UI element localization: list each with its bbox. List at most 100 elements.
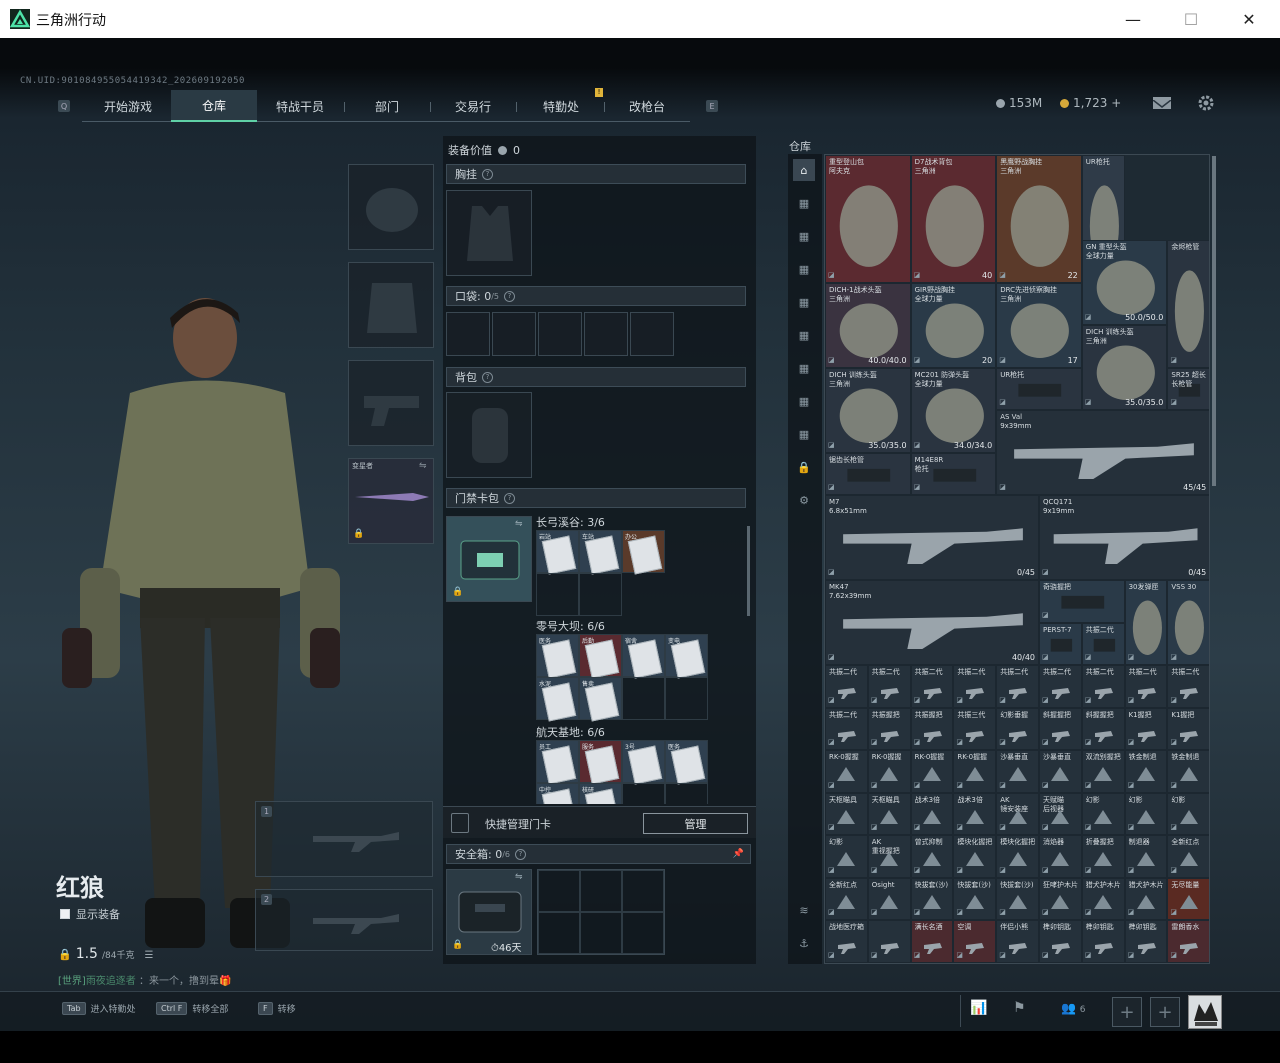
storage-tab-icon[interactable]: ▦ bbox=[793, 258, 815, 280]
safebox-cell[interactable] bbox=[622, 912, 664, 954]
storage-settings-icon[interactable]: ⚙ bbox=[793, 489, 815, 511]
storage-sort-icon[interactable]: ⚓ bbox=[793, 932, 815, 954]
hotkey-transfer[interactable]: F 转移 bbox=[258, 1002, 296, 1015]
keycard-item[interactable]: 医务 bbox=[536, 634, 579, 679]
invite-slot-button[interactable]: + bbox=[1112, 997, 1142, 1027]
secondary-weapon-slot[interactable]: 2 bbox=[255, 889, 433, 951]
storage-item[interactable]: 模块化握把 ◪ bbox=[953, 835, 997, 878]
keycard-item[interactable]: 医务 bbox=[665, 740, 708, 785]
storage-item[interactable]: 折叠握把 ◪ bbox=[1081, 835, 1125, 878]
storage-item[interactable]: 共振二代 ◪ bbox=[953, 665, 997, 708]
storage-item[interactable]: 消焰器 ◪ bbox=[1039, 835, 1082, 878]
storage-item[interactable]: 榫卯钥匙 ◪ bbox=[1081, 920, 1125, 963]
helmet-slot[interactable] bbox=[348, 164, 434, 250]
keycard-empty-cell[interactable] bbox=[665, 783, 708, 804]
help-icon[interactable]: ? bbox=[504, 492, 515, 504]
storage-all-icon[interactable]: ⌂ bbox=[793, 159, 815, 181]
safebox-cell[interactable] bbox=[580, 912, 622, 954]
pocket-slot[interactable] bbox=[584, 312, 628, 356]
storage-item[interactable]: RK-0握握 ◪ bbox=[953, 750, 997, 793]
storage-item[interactable]: 重型登山包 阿夫克 ◪ bbox=[825, 155, 911, 283]
manage-button[interactable]: 管理 bbox=[643, 813, 748, 834]
help-icon[interactable]: ? bbox=[504, 290, 516, 302]
storage-item[interactable]: 斜握握把 ◪ bbox=[1039, 707, 1082, 750]
storage-item[interactable]: M7 6.8x51mm 0/45 ◪ bbox=[825, 495, 1039, 580]
keycard-empty-cell[interactable] bbox=[622, 573, 665, 616]
storage-item[interactable]: Osight ◪ bbox=[867, 877, 911, 920]
keycard-empty-cell[interactable] bbox=[622, 783, 665, 804]
storage-item[interactable]: GN 重型头盔 全球力量 50.0/50.0 ◪ bbox=[1081, 240, 1168, 325]
storage-item[interactable]: 共振二代 ◪ bbox=[1124, 665, 1168, 708]
gold-plus-button[interactable]: + bbox=[1111, 96, 1121, 110]
chat-line[interactable]: [世界]雨夜追逐者 ：来一个，撸到晕🎁 bbox=[58, 972, 231, 987]
storage-tab-icon[interactable]: ▦ bbox=[793, 390, 815, 412]
tab-operators[interactable]: 特战干员 bbox=[257, 90, 343, 122]
armor-slot[interactable] bbox=[348, 262, 434, 348]
keycard-grid[interactable]: 医务 后勤 宿舍 变电 水泥 售卖 bbox=[536, 634, 708, 722]
storage-tab-icon[interactable]: ▦ bbox=[793, 324, 815, 346]
safebox-cell[interactable] bbox=[538, 912, 580, 954]
storage-tab-icon[interactable]: ▦ bbox=[793, 291, 815, 313]
storage-item[interactable]: M14E8R 枪托 ◪ bbox=[910, 452, 997, 495]
pocket-slot[interactable] bbox=[538, 312, 582, 356]
storage-item[interactable]: ◪ bbox=[867, 920, 911, 963]
storage-item[interactable]: 共振握把 ◪ bbox=[910, 707, 954, 750]
storage-item[interactable]: MC201 防弹头盔 全球力量 34.0/34.0 ◪ bbox=[910, 367, 997, 453]
nav-prev-key[interactable]: Q bbox=[58, 100, 70, 112]
minimize-button[interactable]: — bbox=[1110, 4, 1156, 34]
storage-item[interactable]: 铁金制退 ◪ bbox=[1167, 750, 1209, 793]
friends-button[interactable]: 👥 6 bbox=[1061, 1001, 1086, 1015]
storage-item[interactable]: K1握把 ◪ bbox=[1124, 707, 1168, 750]
keycard-empty-cell[interactable] bbox=[665, 530, 708, 573]
storage-item[interactable]: UR枪托 ◪ bbox=[996, 367, 1082, 410]
tab-warehouse[interactable]: 仓库 bbox=[171, 90, 257, 122]
storage-item[interactable]: 共振三代 ◪ bbox=[953, 707, 997, 750]
storage-item[interactable]: 共振二代 ◪ bbox=[825, 707, 868, 750]
keycard-item[interactable]: 车站 bbox=[579, 530, 622, 575]
primary-weapon-slot[interactable]: 1 bbox=[255, 801, 433, 877]
storage-item[interactable]: 天赋瞄 后视器 ◪ bbox=[1039, 792, 1082, 835]
storage-item[interactable]: 双流别握把 ◪ bbox=[1081, 750, 1125, 793]
backpack-slot[interactable] bbox=[446, 392, 532, 478]
tab-department[interactable]: 部门 bbox=[344, 90, 430, 122]
storage-item[interactable]: 快拔套(沙) ◪ bbox=[953, 877, 997, 920]
keycard-grid[interactable]: 员工 服务 3号 医务 中控 核研 bbox=[536, 740, 708, 804]
safebox-grid[interactable] bbox=[537, 869, 665, 955]
storage-item[interactable]: 共振二代 ◪ bbox=[1039, 665, 1082, 708]
keycard-item[interactable]: 3号 bbox=[622, 740, 665, 785]
pocket-slot[interactable] bbox=[446, 312, 490, 356]
settings-gear-icon[interactable] bbox=[1197, 94, 1215, 112]
storage-item[interactable]: 黑鹰野战胸挂 三角洲 22 ◪ bbox=[996, 155, 1082, 283]
storage-item[interactable]: 猎犬护木片 ◪ bbox=[1124, 877, 1168, 920]
hotkey-transfer-all[interactable]: Ctrl F 转移全部 bbox=[156, 1002, 228, 1015]
storage-item[interactable]: 铁金制退 ◪ bbox=[1124, 750, 1168, 793]
storage-item[interactable]: AK 镜安装座 ◪ bbox=[996, 792, 1039, 835]
tab-special-ops[interactable]: 特勤处 bbox=[518, 90, 604, 122]
storage-item[interactable]: 战术3倍 ◪ bbox=[953, 792, 997, 835]
safebox-cell[interactable] bbox=[538, 870, 580, 912]
storage-item[interactable]: 幻影 ◪ bbox=[1167, 792, 1209, 835]
storage-item[interactable]: 共振二代 ◪ bbox=[1081, 665, 1125, 708]
keycard-item[interactable]: 水泥 bbox=[536, 677, 579, 722]
keycard-item[interactable]: 售卖 bbox=[579, 677, 622, 722]
keycard-empty-cell[interactable] bbox=[665, 573, 708, 616]
safebox-cell[interactable] bbox=[580, 870, 622, 912]
storage-item[interactable]: 幻影 ◪ bbox=[825, 835, 868, 878]
keycard-empty-cell[interactable] bbox=[622, 677, 665, 720]
maximize-button[interactable]: ☐ bbox=[1168, 4, 1214, 34]
pocket-slot[interactable] bbox=[630, 312, 674, 356]
storage-item[interactable]: 幻影 ◪ bbox=[1081, 792, 1125, 835]
storage-item[interactable]: MK47 7.62x39mm 40/40 ◪ bbox=[825, 580, 1039, 665]
invite-slot-button[interactable]: + bbox=[1150, 997, 1180, 1027]
show-gear-toggle[interactable]: 显示装备 bbox=[60, 906, 120, 922]
storage-item[interactable]: DICH 训练头盔 三角洲 35.0/35.0 ◪ bbox=[1081, 325, 1168, 410]
storage-item[interactable]: 无尽能量 ◪ bbox=[1167, 877, 1209, 920]
keycard-item[interactable]: 后勤 bbox=[579, 634, 622, 679]
mail-icon[interactable] bbox=[1153, 97, 1171, 109]
keycard-item[interactable]: 办公 bbox=[622, 530, 665, 575]
storage-item[interactable]: 模块化握把 ◪ bbox=[996, 835, 1039, 878]
keycard-case-slot[interactable]: ⇋ 🔒 bbox=[446, 516, 532, 602]
storage-item[interactable]: 制退器 ◪ bbox=[1124, 835, 1168, 878]
keycard-item[interactable]: 服务 bbox=[579, 740, 622, 785]
storage-item[interactable]: PERST-7 ◪ bbox=[1039, 622, 1082, 665]
